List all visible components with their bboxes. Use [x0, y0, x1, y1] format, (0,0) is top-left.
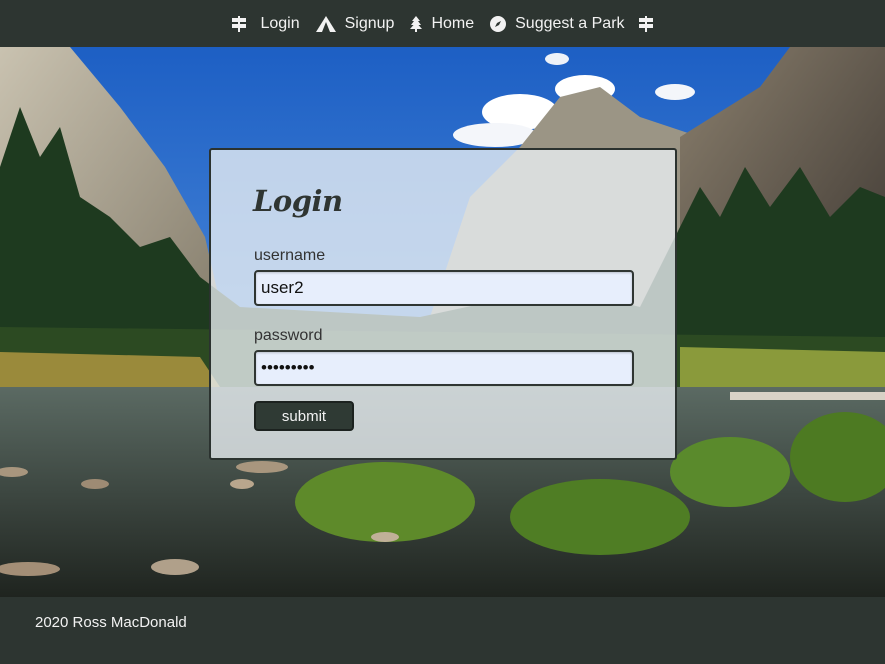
- signpost-icon: [232, 15, 247, 32]
- nav-signup-link[interactable]: Signup: [315, 14, 395, 33]
- nav-suggest-park-link[interactable]: Suggest a Park: [490, 14, 625, 33]
- submit-button[interactable]: submit: [254, 401, 354, 431]
- username-input[interactable]: [254, 270, 634, 306]
- nav-login-link[interactable]: Login: [260, 15, 299, 33]
- password-input[interactable]: [254, 350, 634, 386]
- nav-signup-label: Signup: [344, 14, 395, 32]
- tree-icon: [410, 15, 423, 32]
- nav-home-label: Home: [431, 14, 475, 32]
- top-nav: Login Signup Home Suggest a Park: [0, 0, 885, 47]
- password-label: password: [254, 327, 323, 344]
- nav-home-link[interactable]: Home: [410, 15, 474, 33]
- tent-icon: [315, 15, 336, 32]
- footer: 2020 Ross MacDonald: [0, 597, 885, 664]
- nav-suggest-park-label: Suggest a Park: [515, 14, 625, 32]
- login-form: Login username password submit: [209, 148, 677, 460]
- compass-icon: [490, 15, 507, 32]
- signpost-icon: [638, 15, 653, 32]
- nav-login-label: Login: [260, 14, 300, 32]
- footer-copyright: 2020 Ross MacDonald: [35, 614, 187, 631]
- login-title: Login: [253, 184, 343, 218]
- username-label: username: [254, 247, 326, 264]
